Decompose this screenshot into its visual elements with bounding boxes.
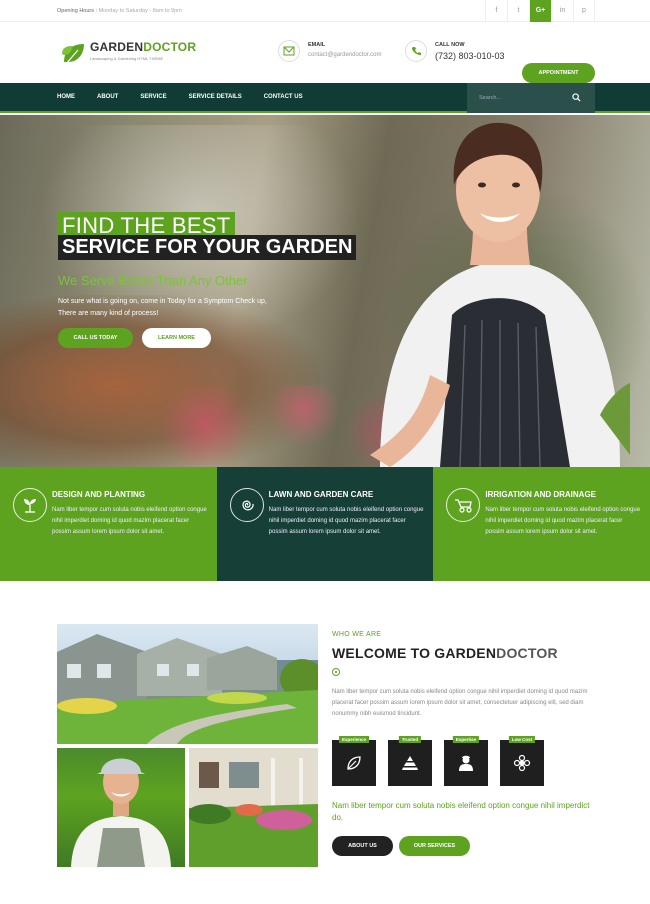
google-plus-icon[interactable]: G+ (529, 0, 551, 22)
value-box-label: Expertise (452, 736, 480, 743)
logo-name-first: GARDEN (90, 40, 144, 54)
social-links: f t G+ in p (485, 0, 595, 22)
nav-service[interactable]: SERVICE (140, 94, 166, 100)
features-strip: DESIGN AND PLANTING Nam liber tempor cum… (0, 467, 650, 581)
flower-icon (513, 754, 531, 772)
email-value[interactable]: contact@gardendoctor.com (308, 52, 381, 58)
phone-contact: CALL NOW (732) 803-010-03 (405, 40, 505, 62)
value-box-trusted: Trusted (388, 736, 432, 786)
leaf-icon (347, 756, 361, 770)
feature-title: IRRIGATION AND DRAINAGE (485, 490, 597, 499)
opening-hours: Opening Hours : Monday to Saturday - 8am… (57, 8, 182, 14)
nav-contact-us[interactable]: CONTACT US (264, 94, 303, 100)
about-highlight-text: Nam liber tempor cum soluta nobis eleife… (332, 801, 590, 822)
phone-icon (405, 40, 427, 62)
gardener-woman-image (370, 122, 630, 467)
search-placeholder: Search... (479, 95, 502, 101)
porch-garden-image (189, 748, 318, 867)
value-boxes: Experience Trusted Expertise Low Cost (332, 736, 556, 786)
value-box-label: Experience (338, 736, 370, 743)
feature-design-planting[interactable]: DESIGN AND PLANTING Nam liber tempor cum… (0, 467, 217, 581)
pyramid-icon (402, 756, 418, 770)
logo-tagline: Landscaping & Gardening HTML THEME (90, 56, 164, 61)
nav-about[interactable]: ABOUT (97, 94, 118, 100)
about-section: WHO WE ARE WELCOME TO GARDENDOCTOR Nam l… (0, 581, 650, 904)
worker-icon (459, 755, 473, 771)
search-icon[interactable] (572, 93, 581, 102)
planting-icon (13, 488, 47, 522)
about-us-button[interactable]: ABOUT US (332, 836, 393, 856)
value-box-label: Low Cost (508, 736, 536, 743)
leaf-logo-icon (62, 44, 84, 65)
value-box-experience: Experience (332, 736, 376, 786)
email-icon (278, 40, 300, 62)
site-logo[interactable]: GARDENDOCTOR Landscaping & Gardening HTM… (60, 40, 196, 68)
value-box-low-cost: Low Cost (500, 736, 544, 786)
wheelbarrow-icon (446, 488, 481, 522)
hero-subtitle: We Serve Better Than Any Other (58, 273, 248, 288)
feature-text: Nam liber tempor cum soluta nobis eleife… (485, 507, 641, 535)
pinterest-icon[interactable]: p (573, 0, 595, 22)
learn-more-button[interactable]: LEARN MORE (142, 328, 211, 348)
hero-banner: FIND THE BEST SERVICE FOR YOUR GARDEN We… (0, 115, 650, 467)
twitter-icon[interactable]: t (507, 0, 529, 22)
call-label: CALL NOW (435, 42, 465, 48)
about-text: Nam liber tempor cum soluta nobis eleife… (332, 689, 588, 717)
house-garden-image (57, 624, 318, 744)
email-label: EMAIL (308, 42, 326, 48)
spiral-plant-icon (229, 488, 264, 522)
facebook-icon[interactable]: f (485, 0, 507, 22)
hero-title-line2: SERVICE FOR YOUR GARDEN (58, 235, 357, 260)
feature-title: DESIGN AND PLANTING (52, 490, 146, 499)
email-contact: EMAIL contact@gardendoctor.com (278, 40, 381, 62)
divider-icon (332, 668, 340, 676)
opening-hours-value: Monday to Saturday - 8am to 9pm (98, 7, 182, 14)
hero-description: Not sure what is going on, come in Today… (58, 298, 267, 317)
opening-hours-label: Opening Hours : (57, 7, 98, 14)
feature-lawn-garden-care[interactable]: LAWN AND GARDEN CARE Nam liber tempor cu… (216, 467, 434, 581)
nav-service-details[interactable]: SERVICE DETAILS (189, 94, 242, 100)
appointment-button[interactable]: APPOINTMENT (522, 63, 595, 83)
search-input[interactable]: Search... (467, 83, 595, 113)
call-us-today-button[interactable]: CALL US TODAY (58, 328, 133, 348)
feature-title: LAWN AND GARDEN CARE (268, 490, 374, 499)
feature-irrigation-drainage[interactable]: IRRIGATION AND DRAINAGE Nam liber tempor… (433, 467, 650, 581)
main-nav: HOME ABOUT SERVICE SERVICE DETAILS CONTA… (0, 83, 650, 113)
our-services-button[interactable]: OUR SERVICES (399, 836, 470, 856)
feature-text: Nam liber tempor cum soluta nobis eleife… (268, 507, 424, 535)
top-bar: Opening Hours : Monday to Saturday - 8am… (0, 0, 650, 22)
about-kicker: WHO WE ARE (332, 631, 382, 638)
logo-name-second: DOCTOR (143, 40, 197, 54)
about-title-first: WELCOME TO GARDEN (332, 645, 497, 661)
gardener-man-image (57, 748, 185, 867)
logo-name: GARDENDOCTOR (90, 40, 196, 54)
value-box-expertise: Expertise (444, 736, 488, 786)
value-box-label: Trusted (398, 736, 422, 743)
site-header: GARDENDOCTOR Landscaping & Gardening HTM… (0, 22, 650, 83)
call-value[interactable]: (732) 803-010-03 (435, 51, 505, 61)
about-title: WELCOME TO GARDENDOCTOR (332, 645, 558, 661)
linkedin-icon[interactable]: in (551, 0, 573, 22)
about-title-second: DOCTOR (496, 645, 558, 661)
nav-home[interactable]: HOME (57, 94, 75, 100)
feature-text: Nam liber tempor cum soluta nobis eleife… (52, 507, 207, 535)
